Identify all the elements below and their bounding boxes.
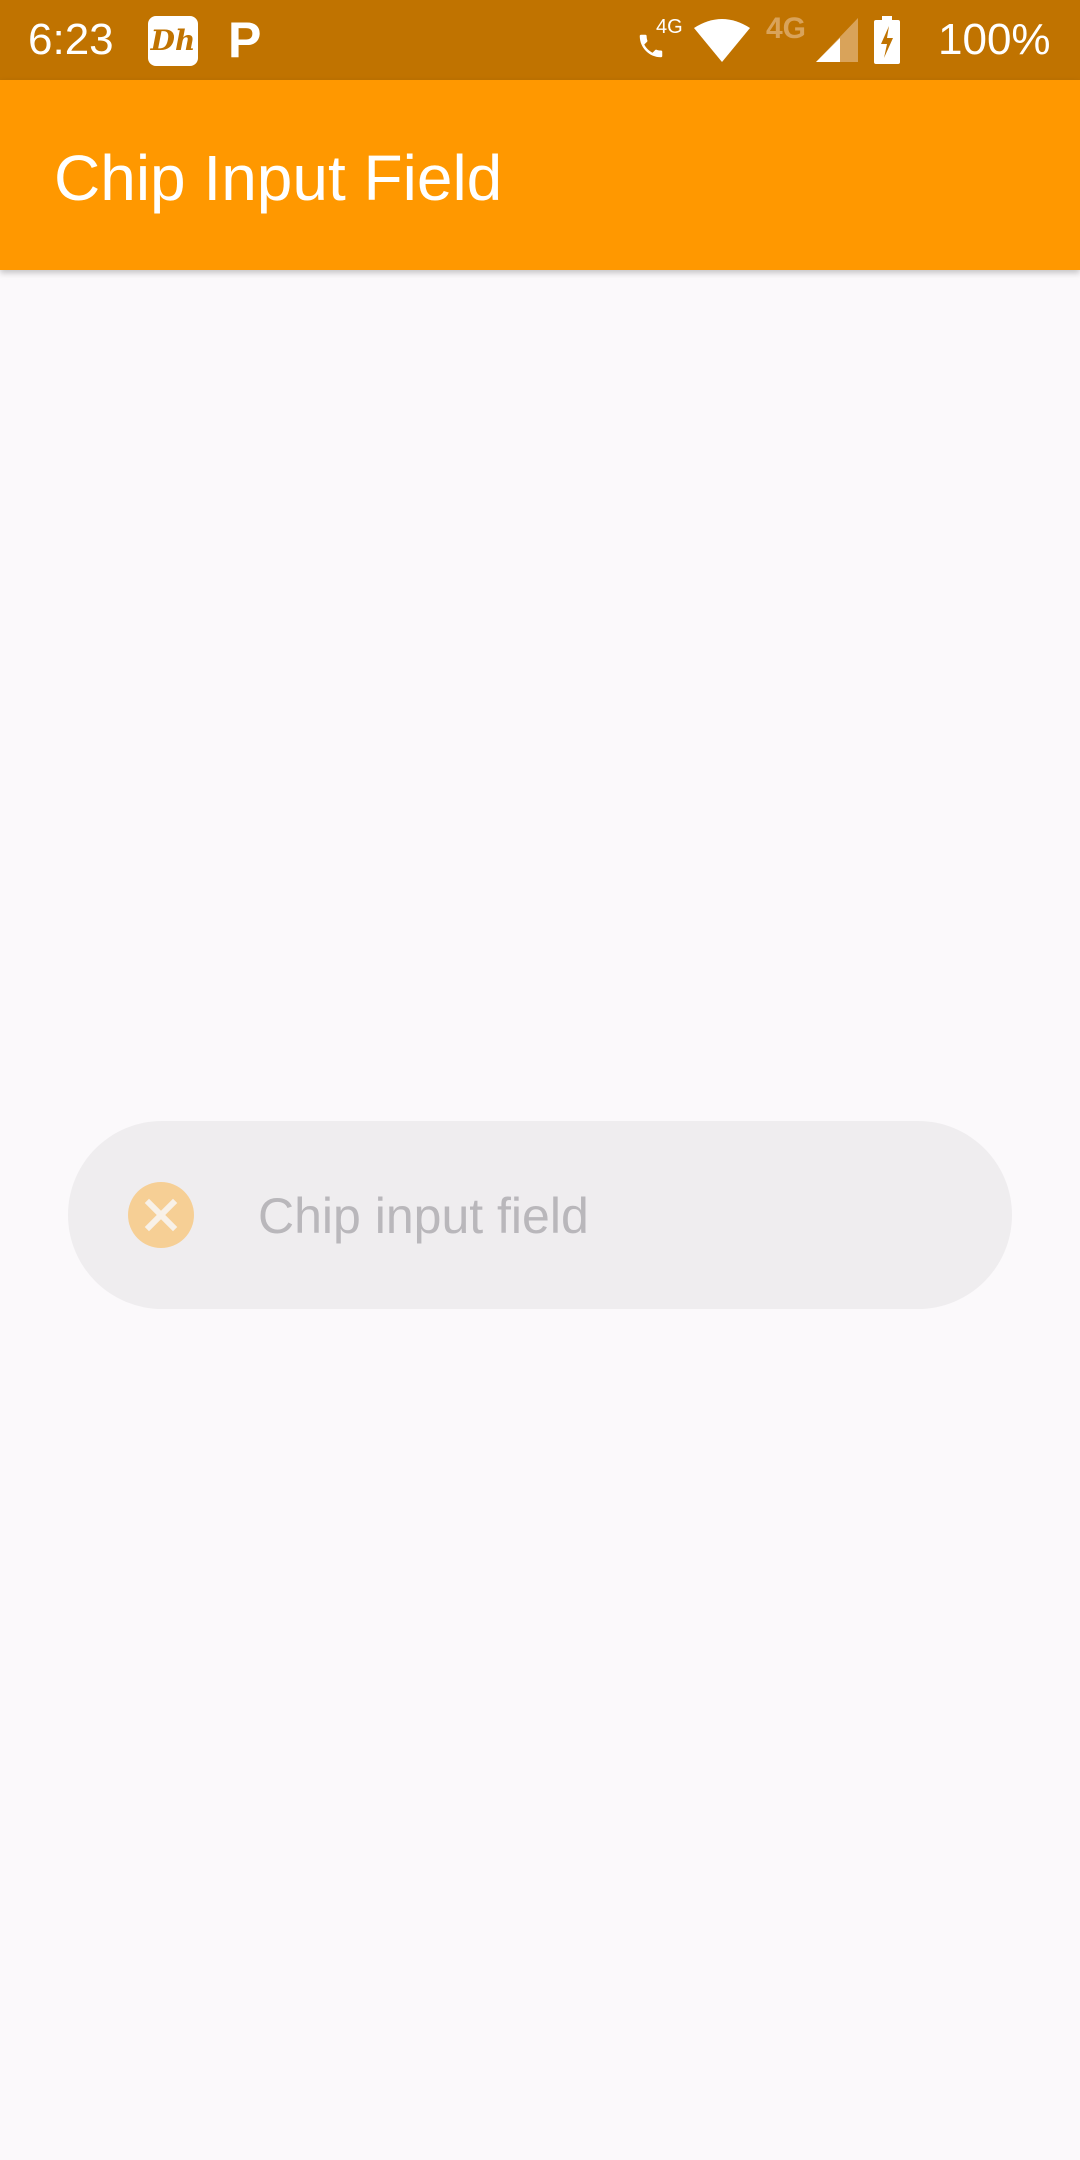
chip-input-field[interactable] bbox=[68, 1121, 1012, 1309]
signal-strength-icon bbox=[816, 18, 858, 67]
battery-charging-icon bbox=[874, 16, 900, 69]
clear-button[interactable] bbox=[128, 1182, 194, 1248]
status-time: 6:23 bbox=[28, 15, 114, 64]
chip-text-input[interactable] bbox=[256, 1175, 960, 1257]
p-app-icon: P bbox=[228, 12, 262, 68]
call-network-label: 4G bbox=[656, 16, 683, 38]
close-icon bbox=[144, 1198, 178, 1232]
battery-percent: 100% bbox=[938, 15, 1051, 64]
app-bar: Chip Input Field bbox=[0, 80, 1080, 270]
status-bar: 6:23 Dh P 4G 4G 100% bbox=[0, 0, 1080, 80]
disney-hotstar-icon: Dh bbox=[148, 16, 198, 66]
wifi-icon bbox=[694, 18, 750, 69]
page-title: Chip Input Field bbox=[54, 142, 503, 214]
mobile-network-label: 4G bbox=[766, 12, 807, 45]
volte-call-icon: 4G bbox=[636, 16, 686, 66]
